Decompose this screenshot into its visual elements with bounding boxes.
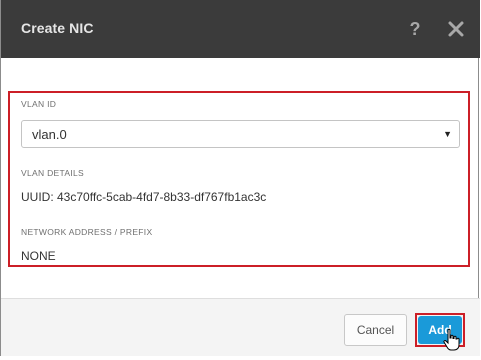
create-nic-dialog: Create NIC ? VLAN ID vlan.0 ▼ VLAN DETAI… xyxy=(0,0,480,356)
vlan-details-value: UUID: 43c70ffc-5cab-4fd7-8b33-df767fb1ac… xyxy=(21,190,267,204)
vlan-id-value: vlan.0 xyxy=(32,127,67,142)
vlan-id-label: VLAN ID xyxy=(21,99,57,109)
highlight-box xyxy=(8,91,470,267)
dialog-header: Create NIC ? xyxy=(1,0,480,58)
help-icon[interactable]: ? xyxy=(407,17,423,41)
vlan-details-label: VLAN DETAILS xyxy=(21,168,84,178)
hand-pointer-icon xyxy=(442,328,460,352)
cancel-button[interactable]: Cancel xyxy=(344,314,407,346)
dialog-footer xyxy=(1,298,480,356)
dialog-title: Create NIC xyxy=(21,20,94,36)
dropdown-caret-icon: ▼ xyxy=(443,129,452,139)
close-icon[interactable] xyxy=(446,18,466,40)
network-address-value: NONE xyxy=(21,249,56,263)
network-address-label: NETWORK ADDRESS / PREFIX xyxy=(21,227,153,237)
vlan-id-select[interactable]: vlan.0 ▼ xyxy=(21,120,460,148)
